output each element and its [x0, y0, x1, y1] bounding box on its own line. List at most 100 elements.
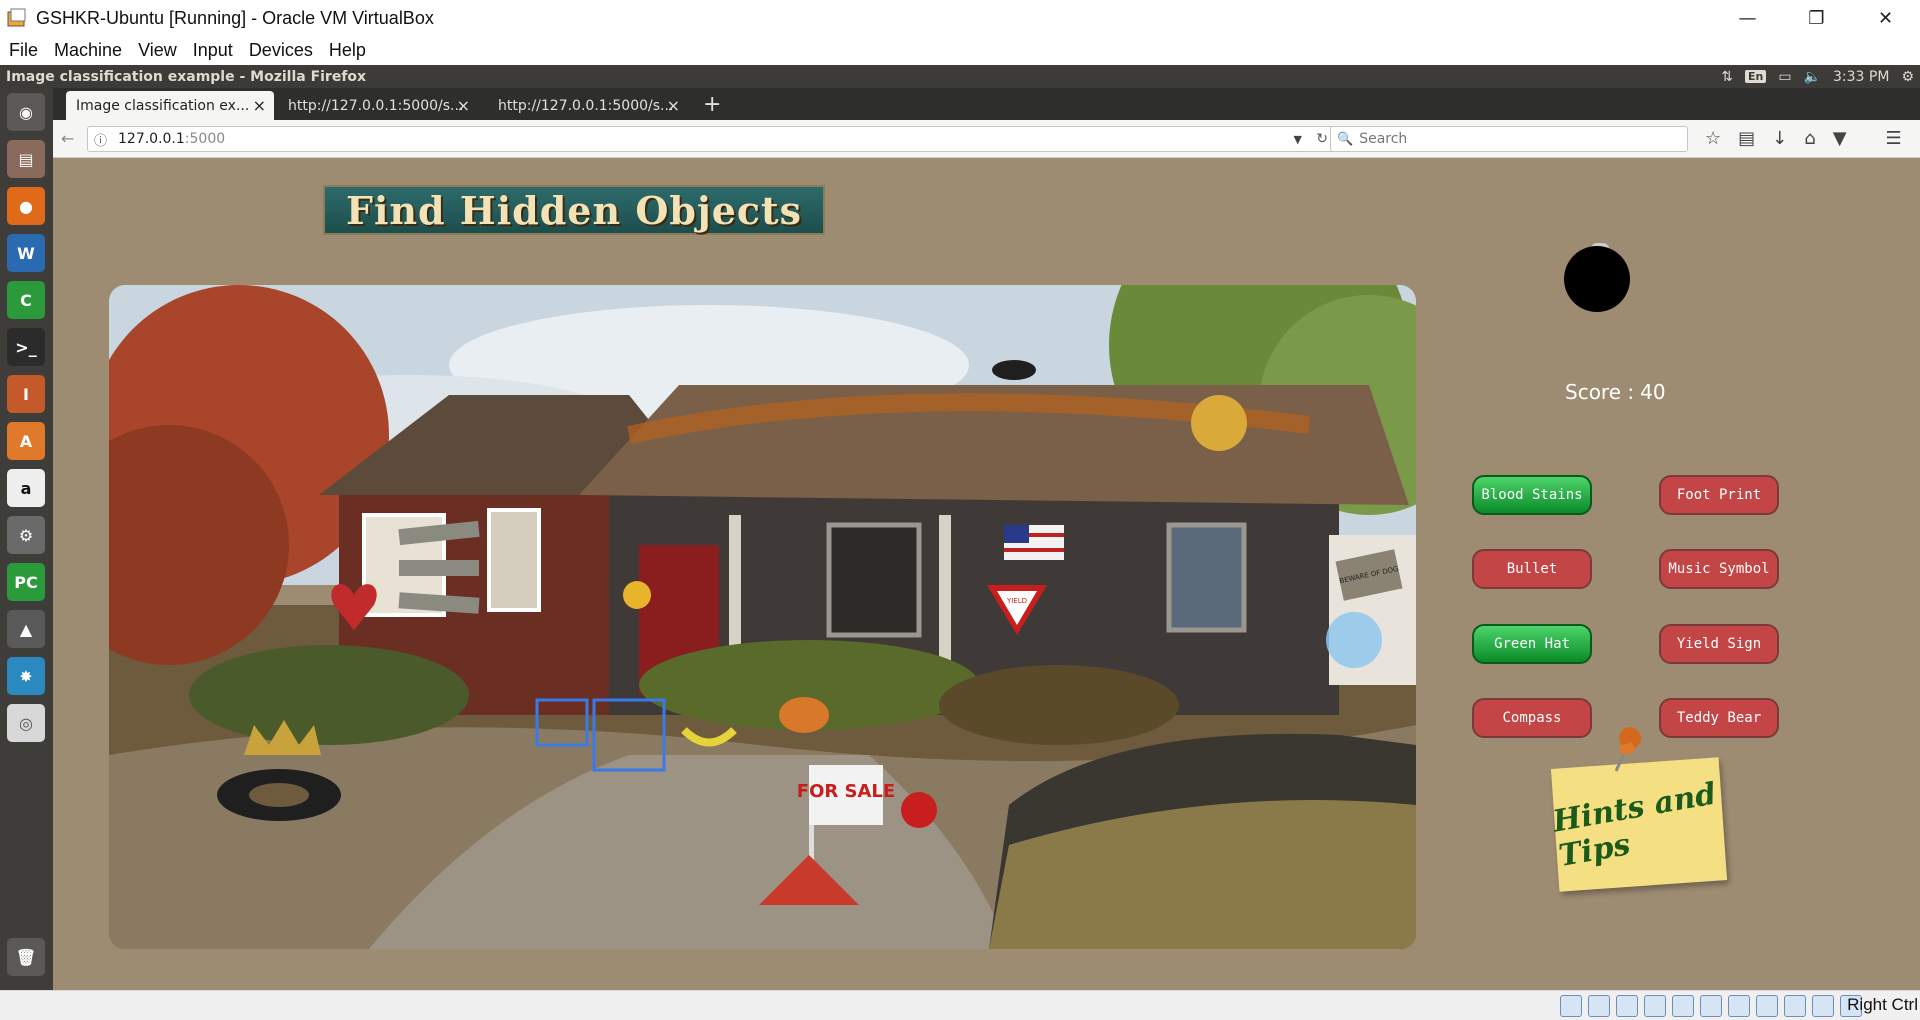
tab-image-classification[interactable]: Image classification ex... ×	[66, 91, 274, 120]
object-button-foot-print[interactable]: Foot Print	[1659, 475, 1779, 515]
tab-label: http://127.0.0.1:5000/s...	[498, 97, 674, 114]
menu-view[interactable]: View	[138, 40, 177, 61]
hard-disk-icon[interactable]	[1560, 995, 1582, 1017]
trash-icon[interactable]: 🗑	[7, 938, 45, 976]
menu-input[interactable]: Input	[193, 40, 233, 61]
restore-icon[interactable]: ❐	[1782, 0, 1851, 36]
tab-label: http://127.0.0.1:5000/s...	[288, 97, 464, 114]
dash-icon[interactable]: ◉	[7, 93, 45, 131]
host-key-label: Right Ctrl	[1847, 995, 1918, 1014]
dvd-icon[interactable]: ◎	[7, 704, 45, 742]
score-value: 40	[1640, 380, 1666, 404]
window-title: GSHKR-Ubuntu [Running] - Oracle VM Virtu…	[36, 7, 434, 28]
tab-close-icon[interactable]: ×	[253, 96, 266, 115]
vbox-statusbar: Right Ctrl	[0, 990, 1920, 1020]
menu-machine[interactable]: Machine	[54, 40, 122, 61]
amazon-icon[interactable]: a	[7, 469, 45, 507]
menu-file[interactable]: File	[9, 40, 38, 61]
scene-illustration[interactable]: YIELD BEWARE OF DOG FOR SALE	[109, 285, 1416, 949]
object-button-teddy-bear[interactable]: Teddy Bear	[1659, 698, 1779, 738]
network-icon[interactable]: ⇅	[1721, 69, 1733, 85]
panel-indicators: ⇅ En ▭ 🔈 3:33 PM ⚙	[1721, 65, 1914, 88]
url-host: 127.0.0.1	[118, 131, 185, 147]
search-box[interactable]: 🔍	[1330, 126, 1688, 152]
optical-drive-icon[interactable]	[1588, 995, 1610, 1017]
object-button-green-hat[interactable]: Green Hat	[1472, 624, 1592, 664]
back-arrow-icon[interactable]: ←	[61, 129, 83, 151]
minimize-icon[interactable]: —	[1713, 0, 1782, 36]
home-icon[interactable]: ⌂	[1804, 128, 1815, 149]
cpu-icon[interactable]	[1784, 995, 1806, 1017]
impress-icon[interactable]: I	[7, 375, 45, 413]
tab-label: Image classification ex...	[76, 97, 250, 114]
game-banner: Find Hidden Objects	[323, 185, 825, 235]
calc-icon[interactable]: C	[7, 281, 45, 319]
close-icon[interactable]: ✕	[1851, 0, 1920, 36]
tab-close-icon[interactable]: ×	[457, 96, 470, 115]
score-label: Score :	[1565, 380, 1635, 404]
menu-hamburger-icon[interactable]: ☰	[1886, 128, 1902, 149]
usb-icon[interactable]	[1672, 995, 1694, 1017]
clock[interactable]: 3:33 PM	[1833, 69, 1889, 85]
object-button-music-symbol[interactable]: Music Symbol	[1659, 549, 1779, 589]
status-icons	[1560, 995, 1862, 1017]
game-page: Find Hidden Objects YIELD BEWARE OF DOG …	[53, 158, 1920, 990]
object-button-blood-stains[interactable]: Blood Stains	[1472, 475, 1592, 515]
unity-icon[interactable]: ✸	[7, 657, 45, 695]
ubuntu-launcher: ◉ ▤ ● W C >_ I A a ⚙ PC ▲ ✸ ◎ 🗑	[0, 88, 53, 990]
files-icon[interactable]: ▤	[7, 140, 45, 178]
pocket-icon[interactable]: ▼	[1833, 128, 1847, 149]
virtualbox-app-icon	[7, 8, 26, 27]
terminal-icon[interactable]: >_	[7, 328, 45, 366]
firefox-navbar: ← ⓘ 127.0.0.1:5000 ▼ ↻ 🔍 ☆ ▤ ↓ ⌂ ▼ ☰	[53, 120, 1920, 158]
url-bar[interactable]: ⓘ 127.0.0.1:5000 ▼ ↻	[87, 126, 1337, 152]
score-display: Score :40	[1565, 380, 1666, 404]
writer-icon[interactable]: W	[7, 234, 45, 272]
reload-icon[interactable]: ↻	[1316, 131, 1328, 147]
new-tab-button[interactable]: +	[703, 92, 721, 117]
menu-devices[interactable]: Devices	[249, 40, 313, 61]
banner-title: Find Hidden Objects	[345, 187, 803, 233]
firefox-tabbar: Image classification ex... × http://127.…	[53, 88, 1920, 120]
active-window-title: Image classification example - Mozilla F…	[6, 68, 367, 85]
for-sale-sign-text: FOR SALE	[797, 781, 895, 802]
tab-localhost-2[interactable]: http://127.0.0.1:5000/s... ×	[488, 91, 688, 120]
ubuntu-top-panel: Image classification example - Mozilla F…	[0, 65, 1920, 88]
url-text[interactable]: 127.0.0.1:5000	[118, 131, 225, 147]
object-button-compass[interactable]: Compass	[1472, 698, 1592, 738]
keyboard-layout-indicator[interactable]: En	[1744, 70, 1767, 83]
volume-icon[interactable]: 🔈	[1804, 69, 1821, 85]
shared-folders-icon[interactable]	[1700, 995, 1722, 1017]
vbox-menubar: File Machine View Input Devices Help	[0, 36, 1920, 65]
pycharm-icon[interactable]: PC	[7, 563, 45, 601]
video-capture-icon[interactable]	[1756, 995, 1778, 1017]
mouse-integration-icon[interactable]	[1812, 995, 1834, 1017]
audio-icon[interactable]	[1616, 995, 1638, 1017]
object-button-yield-sign[interactable]: Yield Sign	[1659, 624, 1779, 664]
firefox-icon[interactable]: ●	[7, 187, 45, 225]
download-icon[interactable]: ↓	[1772, 128, 1787, 149]
display-icon[interactable]	[1728, 995, 1750, 1017]
toolbar-buttons: ☆ ▤ ↓ ⌂ ▼ ☰	[1705, 128, 1902, 149]
menu-help[interactable]: Help	[329, 40, 366, 61]
network-adapter-icon[interactable]	[1644, 995, 1666, 1017]
push-pin-icon	[1614, 727, 1641, 772]
hidden-object-scene[interactable]: YIELD BEWARE OF DOG FOR SALE	[109, 285, 1416, 949]
settings-icon[interactable]: ⚙	[7, 516, 45, 554]
battery-icon[interactable]: ▭	[1778, 69, 1791, 85]
hints-and-tips-note[interactable]: Hints and Tips	[1550, 757, 1728, 892]
object-button-bullet[interactable]: Bullet	[1472, 549, 1592, 589]
hints-label: Hints and Tips	[1550, 775, 1719, 874]
search-input[interactable]	[1359, 131, 1680, 147]
window-controls: — ❐ ✕	[1713, 0, 1920, 36]
software-updater-icon[interactable]: ▲	[7, 610, 45, 648]
search-icon: 🔍	[1337, 131, 1354, 147]
tab-localhost-1[interactable]: http://127.0.0.1:5000/s... ×	[278, 91, 478, 120]
tab-close-icon[interactable]: ×	[667, 96, 680, 115]
url-dropdown-icon[interactable]: ▼	[1294, 133, 1302, 146]
reading-list-icon[interactable]: ▤	[1738, 128, 1755, 149]
system-gear-icon[interactable]: ⚙	[1901, 69, 1914, 85]
bookmark-star-icon[interactable]: ☆	[1705, 128, 1721, 149]
software-center-icon[interactable]: A	[7, 422, 45, 460]
info-icon[interactable]: ⓘ	[94, 130, 110, 149]
